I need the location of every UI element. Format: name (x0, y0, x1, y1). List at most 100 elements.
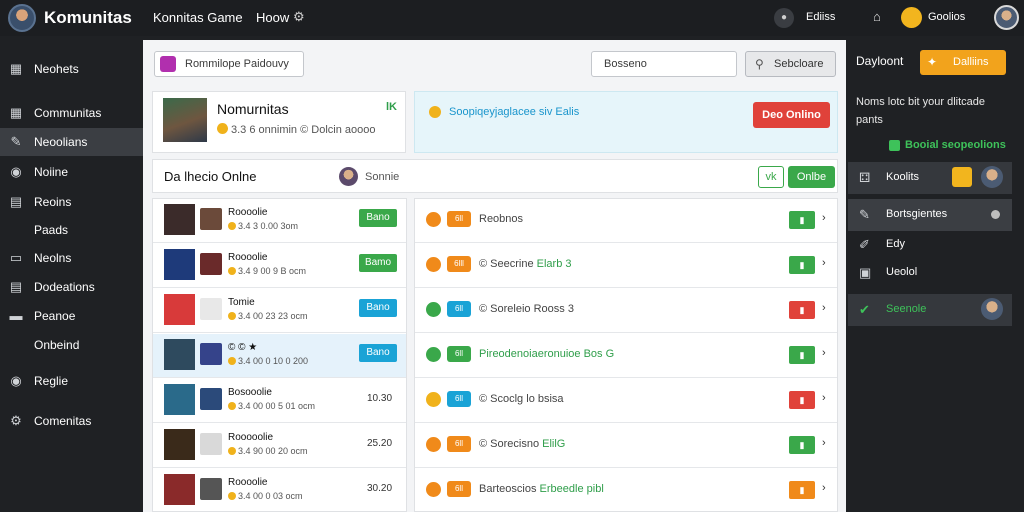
player-meta-text: 3.4 90 00 20 ocm (238, 446, 308, 456)
activity-row[interactable]: 6ll © Scoclg lo bsisa ▮ › (415, 379, 837, 423)
right-item-4[interactable]: ✔ Seenole (848, 294, 1012, 326)
online-user-label[interactable]: Sonnie (365, 171, 399, 183)
player-row[interactable]: Roooolie 3.4 3 0.00 3om Bano (153, 199, 406, 243)
activity-text-wrap: © Soreleio Rooss 3 (479, 303, 574, 315)
action-button[interactable]: ▮ (789, 301, 815, 319)
search-input[interactable]: Bosseno (591, 51, 737, 77)
action-button[interactable]: ▮ (789, 391, 815, 409)
pen-icon: ✐ (859, 237, 870, 252)
social-link[interactable]: Booial seopeolions (905, 139, 1006, 151)
player-icon (200, 478, 222, 500)
right-item-3[interactable]: ▣ Ueolol (848, 257, 1012, 289)
activity-row[interactable]: 6ll © Soreleio Rooss 3 ▮ › (415, 289, 837, 333)
player-row[interactable]: Rooooolie 3.4 90 00 20 ocm 25.20 (153, 424, 406, 468)
player-icon (200, 298, 222, 320)
sidebar-item-0[interactable]: ▦ Neohets (0, 55, 143, 83)
coin-icon (217, 123, 228, 134)
player-meta-text: 3.4 00 0 10 0 200 (238, 356, 309, 366)
right-item-1[interactable]: ✎ Bortsgientes (848, 199, 1012, 231)
level-badge: 6ll (447, 346, 471, 362)
sidebar-item-10[interactable]: ◉ Reglie (0, 367, 143, 395)
nav-link-games[interactable]: Konnitas Game (153, 10, 243, 25)
chevron-right-icon[interactable]: › (822, 302, 826, 314)
sidebar-item-5[interactable]: Paads (0, 216, 143, 244)
chevron-right-icon[interactable]: › (822, 212, 826, 224)
action-button[interactable]: ▮ (789, 436, 815, 454)
game-thumbnail (164, 339, 195, 370)
chevron-right-icon[interactable]: › (822, 347, 826, 359)
profile-avatar[interactable] (163, 98, 207, 142)
play-button[interactable]: Bano (359, 209, 397, 227)
profile-name[interactable]: Nomurnitas (217, 101, 289, 117)
community-search-input[interactable]: Rommilope Paidouvy (154, 51, 304, 77)
chevron-right-icon[interactable]: › (822, 392, 826, 404)
sidebar-item-label: Neolns (34, 251, 72, 265)
sidebar-item-1[interactable]: ▦ Communitas (0, 99, 143, 127)
status-icon (426, 257, 441, 272)
chevron-right-icon[interactable]: › (822, 482, 826, 494)
top-user-label-1[interactable]: Ediiss (806, 11, 835, 23)
sidebar-item-4[interactable]: ▤ Reoins (0, 188, 143, 216)
sidebar-item-11[interactable]: ⚙ Comenitas (0, 407, 143, 435)
sidebar-item-6[interactable]: ▭ Neolns (0, 244, 143, 272)
action-button[interactable]: ▮ (789, 481, 815, 499)
emoji-icon[interactable] (901, 7, 922, 28)
check-toggle-button[interactable]: vk (758, 166, 784, 188)
online-button[interactable]: Onlbe (788, 166, 835, 188)
dashboard-button[interactable]: ✦ Dalliins (920, 50, 1006, 75)
notification-icon[interactable]: ● (774, 8, 794, 28)
grid-icon: ⚃ (859, 170, 871, 185)
user-avatar[interactable] (994, 5, 1019, 30)
notification-text[interactable]: Soopiqeyjaglacee siv Ealis (449, 106, 579, 118)
action-button[interactable]: ▮ (789, 256, 815, 274)
sidebar-item-7[interactable]: ▤ Dodeations (0, 273, 143, 301)
sidebar-item-8[interactable]: ▬ Peanoe (0, 302, 143, 330)
online-user-avatar[interactable] (339, 167, 358, 186)
activity-row[interactable]: 6ll Reobnos ▮ › (415, 199, 837, 243)
activity-row[interactable]: 6ll Barteoscios Erbeedle pibl ▮ › (415, 469, 837, 512)
right-item-0[interactable]: ⚃ Koolits (848, 162, 1012, 194)
home-icon[interactable]: ⌂ (873, 9, 881, 24)
settings-icon[interactable]: ⚙ (293, 9, 305, 25)
avatar[interactable] (981, 166, 1003, 188)
sidebar-item-label: Neohets (34, 62, 79, 76)
nav-link-home[interactable]: Hoow (256, 10, 289, 25)
chevron-right-icon[interactable]: › (822, 257, 826, 269)
app-title[interactable]: Komunitas (44, 8, 132, 28)
app-logo-avatar[interactable] (8, 4, 36, 32)
action-button[interactable]: ▮ (789, 346, 815, 364)
pin-icon: ✎ (10, 134, 22, 149)
go-online-button[interactable]: Deo Onlino (753, 102, 830, 128)
player-name: Bosooolie (228, 387, 272, 398)
status-icon (426, 212, 441, 227)
search-button[interactable]: ⚲ Sebcloare (745, 51, 836, 77)
coin-icon (228, 357, 236, 365)
activity-row[interactable]: 6ll Pireodenoiaeronuioe Bos G ▮ › (415, 334, 837, 378)
play-button[interactable]: Bano (359, 344, 397, 362)
chevron-right-icon[interactable]: › (822, 437, 826, 449)
player-row[interactable]: Roooolie 3.4 9 00 9 B ocm Bamo (153, 244, 406, 288)
level-badge: 6ll (447, 436, 471, 452)
play-button[interactable]: Bano (359, 299, 397, 317)
action-button[interactable]: ▮ (789, 211, 815, 229)
activity-row[interactable]: 6lll © Seecrine Elarb 3 ▮ › (415, 244, 837, 288)
player-meta-text: 3.4 00 00 5 01 ocm (238, 401, 316, 411)
play-button[interactable]: Bamo (359, 254, 397, 272)
right-item-label: Edy (886, 238, 905, 250)
player-row[interactable]: Roooolie 3.4 00 0 03 ocm 30.20 (153, 469, 406, 512)
status-dot-icon (991, 210, 1000, 219)
coin-icon (228, 222, 236, 230)
grid-icon: ▦ (9, 61, 23, 76)
player-row[interactable]: Bosooolie 3.4 00 00 5 01 ocm 10.30 (153, 379, 406, 423)
player-row[interactable]: Tomie 3.4 00 23 23 ocm Bano (153, 289, 406, 333)
avatar[interactable] (981, 298, 1003, 320)
sidebar-item-9[interactable]: Onbeind (0, 331, 143, 359)
top-user-label-2[interactable]: Goolios (928, 11, 965, 23)
player-row[interactable]: © © ★ 3.4 00 0 10 0 200 Bano (153, 334, 406, 378)
sidebar-item-3[interactable]: ◉ Noiine (0, 158, 143, 186)
profile-card: Nomurnitas lK 3.3 6 onnimin © Dolcin aoo… (152, 91, 406, 153)
activity-row[interactable]: 6ll © Sorecisno ElilG ▮ › (415, 424, 837, 468)
sidebar-item-2[interactable]: ✎ Neoolians (0, 128, 143, 156)
notification-card: Soopiqeyjaglacee siv Ealis Deo Onlino (414, 91, 838, 153)
player-meta: 3.4 00 0 10 0 200 (228, 356, 308, 366)
